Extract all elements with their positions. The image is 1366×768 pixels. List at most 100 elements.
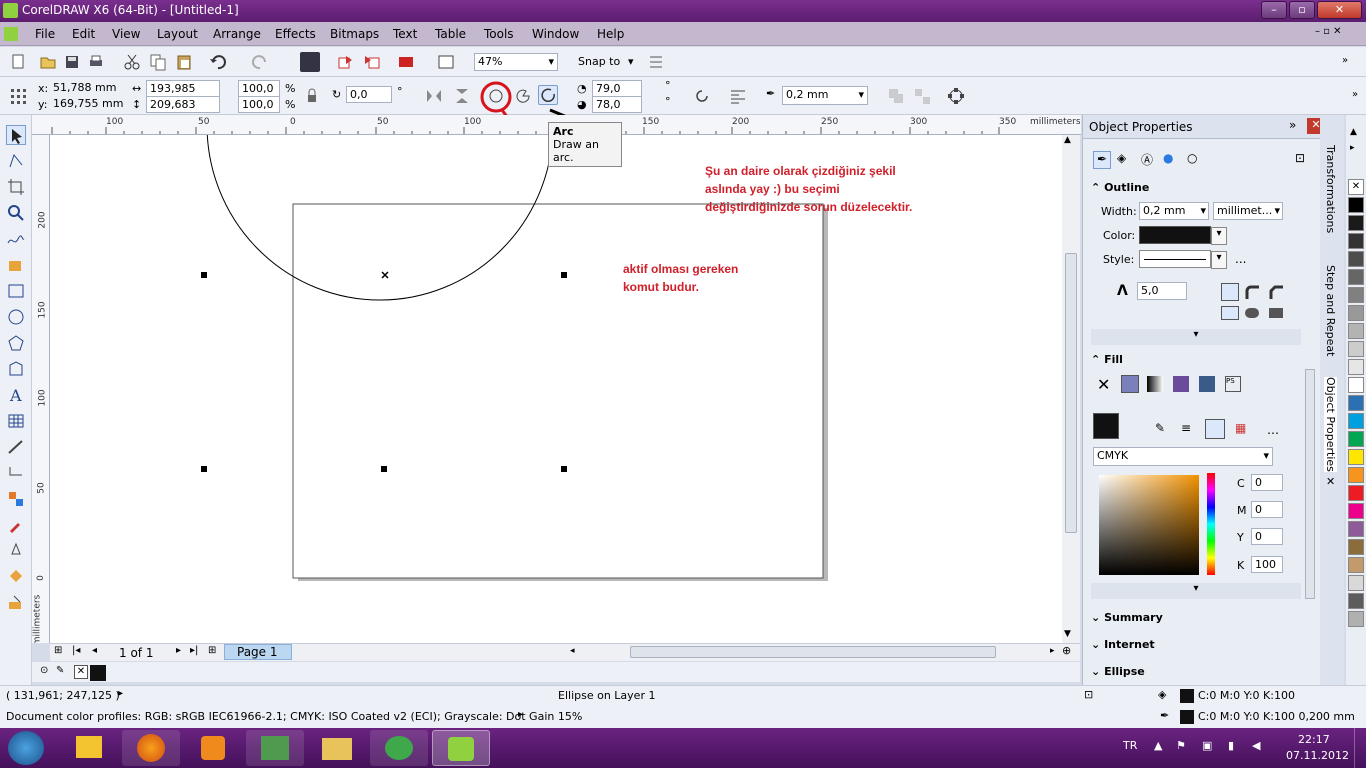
first-page-icon[interactable]: |◂	[72, 645, 80, 656]
color-profiles[interactable]: Document color profiles: RGB: sRGB IEC61…	[6, 710, 582, 723]
import-icon[interactable]	[336, 52, 356, 72]
hue-slider[interactable]	[1207, 473, 1215, 575]
save-icon[interactable]	[62, 52, 82, 72]
rectangle-tool-icon[interactable]	[6, 281, 26, 301]
outline-section[interactable]: ⌃ Outline	[1091, 181, 1301, 194]
task-media-player-icon[interactable]	[184, 730, 242, 766]
fountain-fill-icon[interactable]	[1147, 376, 1163, 392]
crop-tool-icon[interactable]	[6, 177, 26, 197]
redo-icon[interactable]	[250, 52, 270, 72]
menu-help[interactable]: Help	[597, 27, 624, 41]
page-tab-1[interactable]: Page 1	[224, 644, 292, 660]
palette-swatch[interactable]	[1348, 269, 1364, 285]
palette-swatch[interactable]	[1348, 251, 1364, 267]
menu-arrange[interactable]: Arrange	[213, 27, 261, 41]
palette-swatch[interactable]	[1348, 395, 1364, 411]
menu-window[interactable]: Window	[532, 27, 579, 41]
task-mail-icon[interactable]	[60, 730, 118, 766]
task-coreldraw-icon[interactable]	[432, 730, 490, 766]
smart-fill-icon[interactable]	[6, 255, 26, 275]
navigator-icon[interactable]: ⊕	[1062, 644, 1071, 657]
copy-icon[interactable]	[148, 52, 168, 72]
fill-eyedropper-icon[interactable]: ✎	[1155, 421, 1165, 435]
palette-swatch[interactable]	[1348, 413, 1364, 429]
palette-swatch[interactable]	[1348, 215, 1364, 231]
tray-device-icon[interactable]: ▣	[1202, 739, 1212, 752]
butt-cap-icon[interactable]	[1221, 306, 1239, 320]
wrap-text-icon[interactable]	[728, 86, 748, 106]
scale-height-field[interactable]: 100,0	[238, 96, 280, 113]
round-cap-icon[interactable]	[1245, 308, 1259, 318]
search-content-icon[interactable]	[300, 52, 320, 72]
task-explorer-icon[interactable]	[308, 730, 366, 766]
square-cap-icon[interactable]	[1269, 308, 1283, 318]
eyedropper-tool-icon[interactable]	[6, 515, 26, 535]
palette-scroll-up-icon[interactable]: ▲	[1350, 127, 1357, 137]
options-icon[interactable]	[646, 52, 666, 72]
open-icon[interactable]	[38, 52, 58, 72]
tab-transformations[interactable]: Transformations	[1324, 145, 1337, 233]
vertical-scroll-thumb[interactable]	[1065, 253, 1077, 533]
pattern-fill-icon[interactable]	[1173, 376, 1189, 392]
palette-swatch[interactable]	[1348, 557, 1364, 573]
task-firefox-icon[interactable]	[122, 730, 180, 766]
color-eyedropper-icon[interactable]: ✎	[56, 665, 64, 676]
polygon-tool-icon[interactable]	[6, 333, 26, 353]
pie-mode-icon[interactable]	[513, 86, 533, 106]
property-bar-overflow-icon[interactable]: »	[1352, 89, 1358, 100]
postscript-fill-icon[interactable]: PS	[1225, 376, 1241, 392]
break-apart-icon[interactable]	[912, 86, 932, 106]
ellipse-tool-icon[interactable]	[6, 307, 26, 327]
menu-table[interactable]: Table	[435, 27, 466, 41]
black-field[interactable]: 100	[1251, 556, 1283, 573]
outline-width-select[interactable]: 0,2 mm ▾	[782, 86, 868, 105]
yellow-field[interactable]: 0	[1251, 528, 1283, 545]
blend-tool-icon[interactable]	[6, 489, 26, 509]
color-palette-icon[interactable]: ▦	[1235, 421, 1246, 435]
cyan-field[interactable]: 0	[1251, 474, 1283, 491]
horizontal-scroll-thumb[interactable]	[630, 646, 996, 658]
outline-width-field[interactable]: 0,2 mm ▾	[1139, 202, 1209, 220]
language-indicator[interactable]: TR	[1123, 739, 1137, 752]
ellipse-section[interactable]: ⌄ Ellipse	[1091, 665, 1301, 678]
texture-fill-icon[interactable]	[1199, 376, 1215, 392]
uniform-fill-icon[interactable]	[1121, 375, 1139, 393]
clock-time[interactable]: 22:17	[1298, 733, 1330, 746]
docker-expand-icon[interactable]: »	[1289, 118, 1296, 132]
zoom-level-select[interactable]: 47% ▾	[474, 53, 558, 71]
outline-status-swatch[interactable]	[1180, 710, 1194, 724]
no-fill-swatch[interactable]: ✕	[1348, 179, 1364, 195]
lock-ratio-icon[interactable]	[302, 86, 322, 106]
palette-swatch[interactable]	[1348, 449, 1364, 465]
task-app-icon[interactable]	[246, 730, 304, 766]
scale-width-field[interactable]: 100,0	[238, 80, 280, 97]
palette-swatch[interactable]	[1348, 521, 1364, 537]
last-page-icon[interactable]: ▸|	[190, 645, 198, 656]
palette-swatch[interactable]	[1348, 431, 1364, 447]
menu-edit[interactable]: Edit	[72, 27, 95, 41]
palette-menu-icon[interactable]: ⊙	[40, 665, 48, 676]
interactive-fill-icon[interactable]	[6, 593, 26, 613]
fill-status-swatch[interactable]	[1180, 689, 1194, 703]
connector-tool-icon[interactable]	[6, 463, 26, 483]
menu-effects[interactable]: Effects	[275, 27, 316, 41]
freehand-tool-icon[interactable]	[6, 229, 26, 249]
menu-tools[interactable]: Tools	[484, 27, 514, 41]
miter-corner-icon[interactable]	[1221, 283, 1239, 301]
palette-swatch[interactable]	[1348, 341, 1364, 357]
color-model-select[interactable]: CMYK ▾	[1093, 447, 1273, 466]
basic-shapes-icon[interactable]	[6, 359, 26, 379]
palette-swatch[interactable]	[1348, 287, 1364, 303]
end-angle-field[interactable]: 78,0	[592, 96, 642, 113]
ellipse-tab-icon[interactable]: ○	[1187, 151, 1197, 165]
start-button[interactable]	[8, 731, 44, 765]
color-spectrum[interactable]	[1099, 475, 1199, 575]
document-window-controls[interactable]: – ▫ ✕	[1315, 26, 1342, 37]
outline-color-picker[interactable]	[1139, 226, 1211, 244]
show-desktop-button[interactable]	[1354, 728, 1366, 768]
fill-section[interactable]: ⌃ Fill	[1091, 353, 1301, 366]
zoom-tool-icon[interactable]	[6, 203, 26, 223]
vertical-scrollbar[interactable]: ▲ ▼	[1062, 135, 1080, 643]
scroll-up-icon[interactable]: ▲	[1064, 135, 1071, 145]
add-page-after-icon[interactable]: ⊞	[208, 645, 216, 656]
